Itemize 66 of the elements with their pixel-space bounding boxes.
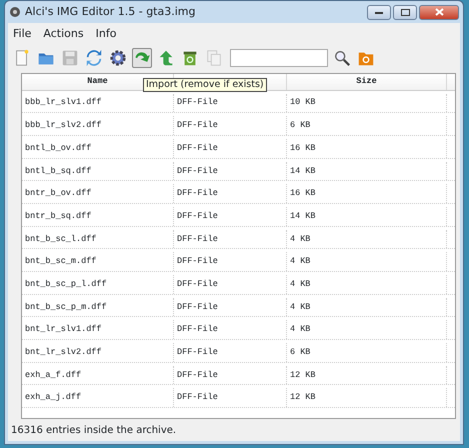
- table-cell: 16 KB: [287, 184, 447, 203]
- table-cell: 6 KB: [287, 343, 447, 362]
- table-cell: 14 KB: [287, 206, 447, 226]
- table-cell: 10 KB: [287, 94, 447, 112]
- table-cell: bnt_b_sc_l.dff: [22, 230, 174, 248]
- table-cell: DFF-File: [174, 138, 287, 158]
- maximize-button[interactable]: [393, 4, 417, 20]
- search-field[interactable]: [230, 48, 328, 66]
- toolbar-button[interactable]: [84, 48, 104, 68]
- table-cell: DFF-File: [174, 94, 287, 112]
- close-button[interactable]: [419, 4, 459, 20]
- table-cell: DFF-File: [174, 184, 287, 203]
- table-cell: DFF-File: [174, 275, 287, 294]
- table-cell: 4 KB: [287, 230, 447, 248]
- menu-item[interactable]: Info: [96, 26, 116, 42]
- recycle-bin-icon: [181, 48, 199, 66]
- table-cell: 6 KB: [287, 116, 447, 135]
- table-cell: bnt_b_sc_m.dff: [22, 252, 174, 271]
- table-cell: bbb_lr_slv2.dff: [22, 116, 174, 135]
- table-cell: 4 KB: [287, 252, 447, 271]
- table-cell: 12 KB: [287, 366, 447, 384]
- table-cell: DFF-File: [174, 116, 287, 135]
- app-icon: [9, 6, 21, 18]
- close-icon: [434, 8, 444, 16]
- table-cell: exh_a_f.dff: [22, 366, 174, 384]
- table-cell: bntl_b_sq.dff: [22, 162, 174, 180]
- document-icon: [13, 48, 31, 66]
- table-cell: bnt_lr_slv2.dff: [22, 343, 174, 362]
- menu-item[interactable]: File: [13, 26, 32, 42]
- tooltip: Import (remove if exists): [143, 78, 267, 92]
- table-cell: DFF-File: [174, 298, 287, 316]
- table-cell: DFF-File: [174, 206, 287, 226]
- table-cell: 16 KB: [287, 138, 447, 158]
- table-cell: DFF-File: [174, 320, 287, 340]
- menu-item[interactable]: Actions: [43, 26, 84, 42]
- table-cell: DFF-File: [174, 230, 287, 248]
- window-title: Alci's IMG Editor 1.5 - gta3.img: [25, 4, 196, 20]
- table-cell: DFF-File: [174, 388, 287, 408]
- table-cell: bnt_lr_slv1.dff: [22, 320, 174, 340]
- status-text: 16316 entries inside the archive.: [11, 424, 176, 438]
- toolbar-button[interactable]: [108, 48, 128, 68]
- table-cell: DFF-File: [174, 162, 287, 180]
- search-icon: [333, 48, 351, 66]
- refresh-icon: [85, 48, 103, 66]
- table-cell: bbb_lr_slv1.dff: [22, 94, 174, 112]
- up-arrow-icon: [157, 48, 175, 66]
- table-cell: bntl_b_ov.dff: [22, 138, 174, 158]
- table-cell: DFF-File: [174, 366, 287, 384]
- table-cell: bntr_b_sq.dff: [22, 206, 174, 226]
- table-cell: 12 KB: [287, 388, 447, 408]
- table-cell: 14 KB: [287, 162, 447, 180]
- gear-icon: [109, 48, 127, 66]
- table-cell: exh_a_j.dff: [22, 388, 174, 408]
- table-cell: 4 KB: [287, 275, 447, 294]
- table-cell: DFF-File: [174, 343, 287, 362]
- maximize-icon: [400, 8, 410, 16]
- table-cell: bntr_b_ov.dff: [22, 184, 174, 203]
- table-cell: bnt_b_sc_p_m.dff: [22, 298, 174, 316]
- table-cell: bnt_b_sc_p_l.dff: [22, 275, 174, 294]
- copy-icon: [205, 48, 223, 66]
- column-header[interactable]: Size: [287, 74, 447, 90]
- minimize-button[interactable]: [367, 4, 391, 20]
- table-cell: 4 KB: [287, 298, 447, 316]
- table-cell: DFF-File: [174, 252, 287, 271]
- table-cell: 4 KB: [287, 320, 447, 340]
- minimize-icon: [375, 10, 383, 14]
